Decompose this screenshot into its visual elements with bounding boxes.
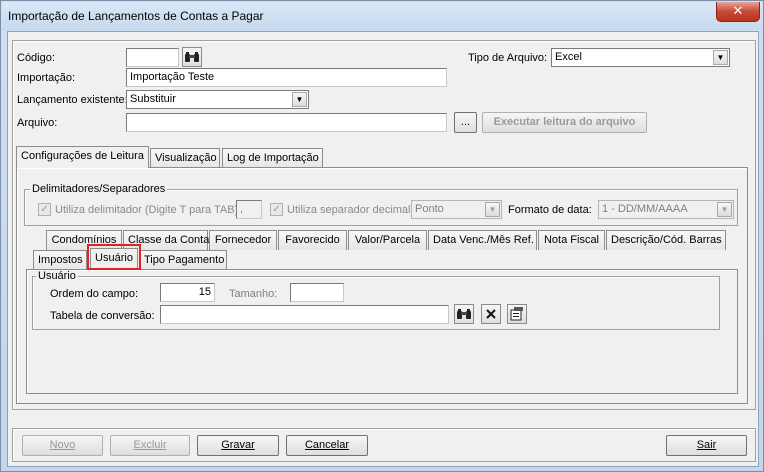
tabela-clear-button[interactable] (481, 304, 501, 324)
ordem-campo-input[interactable]: 15 (160, 283, 215, 302)
tamanho-input[interactable] (290, 283, 344, 302)
excluir-label: Excluir (133, 439, 167, 451)
tabela-conversao-input[interactable] (160, 305, 449, 324)
tab-label: Visualização (155, 152, 217, 164)
title-bar: Importação de Lançamentos de Contas a Pa… (2, 2, 762, 30)
arquivo-input[interactable] (126, 113, 447, 132)
tipo-arquivo-label: Tipo de Arquivo: (468, 52, 548, 64)
lancamento-select[interactable]: Substituir ▼ (126, 90, 309, 109)
codigo-search-button[interactable] (182, 47, 202, 67)
subtab-label: Tipo Pagamento (144, 254, 225, 266)
delimitadores-legend: Delimitadores/Separadores (30, 183, 168, 195)
binoculars-icon (185, 52, 199, 62)
delimitador-input[interactable]: , (236, 200, 262, 219)
formato-data-select[interactable]: 1 - DD/MM/AAAA ▼ (598, 200, 734, 219)
selection-highlight (87, 244, 141, 270)
form-edit-icon (510, 307, 523, 321)
importacao-label: Importação: (17, 72, 76, 84)
codigo-label: Código: (17, 52, 55, 64)
sair-label: Sair (696, 439, 717, 451)
subtab-descricao-cod-barras[interactable]: Descrição/Cód. Barras (606, 230, 726, 250)
chevron-down-icon: ▼ (717, 202, 732, 217)
close-button[interactable]: ✕ (716, 2, 760, 22)
importacao-input[interactable]: Importação Teste (126, 68, 447, 87)
subtab-valor-parcela[interactable]: Valor/Parcela (348, 230, 427, 250)
tipo-arquivo-value: Excel (555, 51, 582, 63)
subtab-label: Valor/Parcela (354, 234, 421, 246)
tabela-search-button[interactable] (454, 304, 474, 324)
ordem-campo-label: Ordem do campo: (50, 288, 139, 300)
novo-button[interactable]: Novo (22, 435, 103, 456)
cancelar-label: Cancelar (304, 439, 350, 451)
usuario-legend: Usuário (36, 270, 78, 282)
tabela-conversao-label: Tabela de conversão: (50, 310, 155, 322)
gravar-button[interactable]: Gravar (197, 435, 279, 456)
tab-label: Log de Importação (227, 152, 319, 164)
chevron-down-icon: ▼ (292, 92, 307, 107)
tabela-edit-button[interactable] (507, 304, 527, 324)
arquivo-label: Arquivo: (17, 117, 58, 129)
utiliza-separador-checkbox[interactable]: ✓ (270, 203, 283, 216)
app-window: Importação de Lançamentos de Contas a Pa… (0, 0, 764, 472)
subtab-nota-fiscal[interactable]: Nota Fiscal (538, 230, 605, 250)
utiliza-delimitador-label: Utiliza delimitador (Digite T para TAB) (55, 204, 239, 216)
subtab-fornecedor[interactable]: Fornecedor (209, 230, 277, 250)
subtab-label: Descrição/Cód. Barras (611, 234, 722, 246)
tab-configuracoes-leitura[interactable]: Configurações de Leitura (16, 146, 149, 168)
utiliza-separador-label: Utiliza separador decimal (287, 204, 411, 216)
cancelar-button[interactable]: Cancelar (286, 435, 368, 456)
codigo-input[interactable] (126, 48, 179, 67)
window-title: Importação de Lançamentos de Contas a Pa… (8, 9, 264, 23)
tab-visualizacao[interactable]: Visualização (150, 148, 220, 168)
separador-select[interactable]: Ponto ▼ (411, 200, 502, 219)
lancamento-label: Lançamento existente: (17, 94, 128, 106)
excluir-button[interactable]: Excluir (110, 435, 190, 456)
subtab-label: Impostos (38, 254, 83, 266)
subtab-label: Favorecido (285, 234, 340, 246)
sair-button[interactable]: Sair (666, 435, 747, 456)
formato-data-value: 1 - DD/MM/AAAA (602, 203, 688, 215)
tamanho-label: Tamanho: (229, 288, 278, 300)
binoculars-icon (457, 309, 471, 319)
chevron-down-icon: ▼ (485, 202, 500, 217)
subtab-label: Data Venc./Mês Ref. (433, 234, 534, 246)
subtab-impostos[interactable]: Impostos (33, 250, 87, 270)
tab-label: Configurações de Leitura (21, 150, 144, 162)
executar-leitura-button[interactable]: Executar leitura do arquivo (482, 112, 647, 133)
lancamento-value: Substituir (130, 93, 176, 105)
novo-label: Novo (49, 439, 76, 451)
gravar-label: Gravar (221, 439, 255, 451)
subtab-favorecido[interactable]: Favorecido (278, 230, 347, 250)
separador-value: Ponto (415, 203, 444, 215)
formato-data-label: Formato de data: (508, 204, 592, 216)
subtab-label: Nota Fiscal (543, 234, 600, 246)
subtab-data-venc[interactable]: Data Venc./Mês Ref. (428, 230, 537, 250)
client-area: Código: Tipo de Arquivo: Excel ▼ Importa… (7, 31, 759, 467)
subtab-label: Fornecedor (214, 234, 272, 246)
close-icon (486, 309, 496, 319)
subtab-tipo-pagamento[interactable]: Tipo Pagamento (139, 250, 227, 270)
utiliza-delimitador-checkbox[interactable]: ✓ (38, 203, 51, 216)
tab-log-importacao[interactable]: Log de Importação (222, 148, 323, 168)
browse-button[interactable]: ... (454, 112, 477, 133)
tipo-arquivo-select[interactable]: Excel ▼ (551, 48, 730, 67)
chevron-down-icon: ▼ (713, 50, 728, 65)
